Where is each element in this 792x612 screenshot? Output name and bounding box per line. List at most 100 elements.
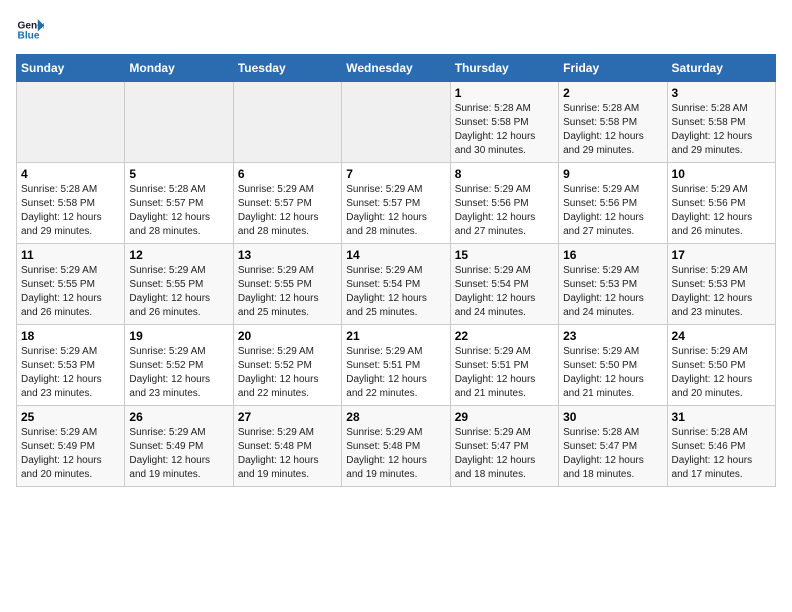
calendar-cell bbox=[125, 82, 233, 163]
day-number: 5 bbox=[129, 167, 228, 181]
day-info: Sunrise: 5:29 AMSunset: 5:51 PMDaylight:… bbox=[346, 345, 445, 401]
day-number: 22 bbox=[455, 329, 554, 343]
day-number: 9 bbox=[563, 167, 662, 181]
calendar-cell bbox=[17, 82, 125, 163]
day-info: Sunrise: 5:29 AMSunset: 5:57 PMDaylight:… bbox=[238, 183, 337, 239]
calendar-cell bbox=[342, 82, 450, 163]
day-info: Sunrise: 5:29 AMSunset: 5:48 PMDaylight:… bbox=[346, 426, 445, 482]
day-info: Sunrise: 5:29 AMSunset: 5:55 PMDaylight:… bbox=[238, 264, 337, 320]
day-number: 3 bbox=[672, 86, 771, 100]
day-number: 2 bbox=[563, 86, 662, 100]
calendar-cell: 22Sunrise: 5:29 AMSunset: 5:51 PMDayligh… bbox=[450, 325, 558, 406]
logo: General Blue bbox=[16, 16, 44, 44]
day-info: Sunrise: 5:29 AMSunset: 5:55 PMDaylight:… bbox=[129, 264, 228, 320]
day-info: Sunrise: 5:29 AMSunset: 5:56 PMDaylight:… bbox=[455, 183, 554, 239]
day-info: Sunrise: 5:29 AMSunset: 5:53 PMDaylight:… bbox=[21, 345, 120, 401]
day-number: 24 bbox=[672, 329, 771, 343]
day-info: Sunrise: 5:28 AMSunset: 5:58 PMDaylight:… bbox=[563, 102, 662, 158]
day-number: 26 bbox=[129, 410, 228, 424]
day-number: 7 bbox=[346, 167, 445, 181]
day-info: Sunrise: 5:28 AMSunset: 5:58 PMDaylight:… bbox=[455, 102, 554, 158]
day-info: Sunrise: 5:29 AMSunset: 5:47 PMDaylight:… bbox=[455, 426, 554, 482]
day-number: 16 bbox=[563, 248, 662, 262]
day-info: Sunrise: 5:29 AMSunset: 5:52 PMDaylight:… bbox=[238, 345, 337, 401]
calendar-header-row: SundayMondayTuesdayWednesdayThursdayFrid… bbox=[17, 55, 776, 82]
calendar-cell: 3 Sunrise: 5:28 AMSunset: 5:58 PMDaylight… bbox=[667, 82, 775, 163]
calendar-cell: 8Sunrise: 5:29 AMSunset: 5:56 PMDaylight… bbox=[450, 163, 558, 244]
day-number: 18 bbox=[21, 329, 120, 343]
calendar-cell: 7 Sunrise: 5:29 AMSunset: 5:57 PMDaylight… bbox=[342, 163, 450, 244]
day-number: 21 bbox=[346, 329, 445, 343]
calendar-cell: 5 Sunrise: 5:28 AMSunset: 5:57 PMDaylight… bbox=[125, 163, 233, 244]
day-info: Sunrise: 5:29 AMSunset: 5:53 PMDaylight:… bbox=[672, 264, 771, 320]
calendar-cell: 20 Sunrise: 5:29 AMSunset: 5:52 PMDayligh… bbox=[233, 325, 341, 406]
day-info: Sunrise: 5:28 AMSunset: 5:57 PMDaylight:… bbox=[129, 183, 228, 239]
day-info: Sunrise: 5:28 AMSunset: 5:47 PMDaylight:… bbox=[563, 426, 662, 482]
day-header-thursday: Thursday bbox=[450, 55, 558, 82]
svg-text:Blue: Blue bbox=[18, 31, 40, 42]
calendar-cell: 30 Sunrise: 5:28 AMSunset: 5:47 PMDayligh… bbox=[559, 406, 667, 487]
day-info: Sunrise: 5:29 AMSunset: 5:56 PMDaylight:… bbox=[563, 183, 662, 239]
day-number: 6 bbox=[238, 167, 337, 181]
calendar-cell: 29 Sunrise: 5:29 AMSunset: 5:47 PMDayligh… bbox=[450, 406, 558, 487]
calendar-cell: 24 Sunrise: 5:29 AMSunset: 5:50 PMDayligh… bbox=[667, 325, 775, 406]
day-info: Sunrise: 5:29 AMSunset: 5:54 PMDaylight:… bbox=[346, 264, 445, 320]
calendar-cell: 21 Sunrise: 5:29 AMSunset: 5:51 PMDayligh… bbox=[342, 325, 450, 406]
calendar-week-3: 11Sunrise: 5:29 AMSunset: 5:55 PMDayligh… bbox=[17, 244, 776, 325]
day-info: Sunrise: 5:29 AMSunset: 5:55 PMDaylight:… bbox=[21, 264, 120, 320]
calendar-cell: 2 Sunrise: 5:28 AMSunset: 5:58 PMDaylight… bbox=[559, 82, 667, 163]
calendar-cell: 11Sunrise: 5:29 AMSunset: 5:55 PMDayligh… bbox=[17, 244, 125, 325]
calendar-week-5: 25 Sunrise: 5:29 AMSunset: 5:49 PMDayligh… bbox=[17, 406, 776, 487]
day-header-saturday: Saturday bbox=[667, 55, 775, 82]
calendar-cell: 23 Sunrise: 5:29 AMSunset: 5:50 PMDayligh… bbox=[559, 325, 667, 406]
calendar-cell: 19Sunrise: 5:29 AMSunset: 5:52 PMDayligh… bbox=[125, 325, 233, 406]
calendar-cell: 12 Sunrise: 5:29 AMSunset: 5:55 PMDayligh… bbox=[125, 244, 233, 325]
day-number: 31 bbox=[672, 410, 771, 424]
day-info: Sunrise: 5:29 AMSunset: 5:56 PMDaylight:… bbox=[672, 183, 771, 239]
day-number: 29 bbox=[455, 410, 554, 424]
calendar-week-1: 1 Sunrise: 5:28 AMSunset: 5:58 PMDaylight… bbox=[17, 82, 776, 163]
day-number: 30 bbox=[563, 410, 662, 424]
day-header-monday: Monday bbox=[125, 55, 233, 82]
calendar-body: 1 Sunrise: 5:28 AMSunset: 5:58 PMDaylight… bbox=[17, 82, 776, 487]
calendar-cell: 14 Sunrise: 5:29 AMSunset: 5:54 PMDayligh… bbox=[342, 244, 450, 325]
day-header-wednesday: Wednesday bbox=[342, 55, 450, 82]
day-info: Sunrise: 5:28 AMSunset: 5:46 PMDaylight:… bbox=[672, 426, 771, 482]
logo-icon: General Blue bbox=[16, 16, 44, 44]
day-number: 17 bbox=[672, 248, 771, 262]
calendar-cell: 18 Sunrise: 5:29 AMSunset: 5:53 PMDayligh… bbox=[17, 325, 125, 406]
day-info: Sunrise: 5:29 AMSunset: 5:49 PMDaylight:… bbox=[21, 426, 120, 482]
day-header-friday: Friday bbox=[559, 55, 667, 82]
day-info: Sunrise: 5:28 AMSunset: 5:58 PMDaylight:… bbox=[672, 102, 771, 158]
calendar-cell: 1 Sunrise: 5:28 AMSunset: 5:58 PMDaylight… bbox=[450, 82, 558, 163]
day-number: 23 bbox=[563, 329, 662, 343]
day-info: Sunrise: 5:29 AMSunset: 5:50 PMDaylight:… bbox=[563, 345, 662, 401]
calendar-cell: 17 Sunrise: 5:29 AMSunset: 5:53 PMDayligh… bbox=[667, 244, 775, 325]
calendar-cell: 6 Sunrise: 5:29 AMSunset: 5:57 PMDaylight… bbox=[233, 163, 341, 244]
calendar-cell: 10 Sunrise: 5:29 AMSunset: 5:56 PMDayligh… bbox=[667, 163, 775, 244]
day-info: Sunrise: 5:29 AMSunset: 5:57 PMDaylight:… bbox=[346, 183, 445, 239]
day-info: Sunrise: 5:29 AMSunset: 5:49 PMDaylight:… bbox=[129, 426, 228, 482]
day-number: 27 bbox=[238, 410, 337, 424]
day-info: Sunrise: 5:29 AMSunset: 5:54 PMDaylight:… bbox=[455, 264, 554, 320]
calendar-cell: 4 Sunrise: 5:28 AMSunset: 5:58 PMDaylight… bbox=[17, 163, 125, 244]
calendar-cell: 31 Sunrise: 5:28 AMSunset: 5:46 PMDayligh… bbox=[667, 406, 775, 487]
calendar-cell: 26 Sunrise: 5:29 AMSunset: 5:49 PMDayligh… bbox=[125, 406, 233, 487]
calendar-cell: 13Sunrise: 5:29 AMSunset: 5:55 PMDayligh… bbox=[233, 244, 341, 325]
calendar-cell: 16Sunrise: 5:29 AMSunset: 5:53 PMDayligh… bbox=[559, 244, 667, 325]
day-number: 28 bbox=[346, 410, 445, 424]
day-info: Sunrise: 5:29 AMSunset: 5:52 PMDaylight:… bbox=[129, 345, 228, 401]
day-number: 1 bbox=[455, 86, 554, 100]
header: General Blue bbox=[16, 16, 776, 44]
day-number: 4 bbox=[21, 167, 120, 181]
day-info: Sunrise: 5:28 AMSunset: 5:58 PMDaylight:… bbox=[21, 183, 120, 239]
day-number: 12 bbox=[129, 248, 228, 262]
day-info: Sunrise: 5:29 AMSunset: 5:50 PMDaylight:… bbox=[672, 345, 771, 401]
day-header-sunday: Sunday bbox=[17, 55, 125, 82]
calendar-cell: 15Sunrise: 5:29 AMSunset: 5:54 PMDayligh… bbox=[450, 244, 558, 325]
day-number: 25 bbox=[21, 410, 120, 424]
day-number: 14 bbox=[346, 248, 445, 262]
day-number: 20 bbox=[238, 329, 337, 343]
calendar-cell: 28 Sunrise: 5:29 AMSunset: 5:48 PMDayligh… bbox=[342, 406, 450, 487]
day-number: 10 bbox=[672, 167, 771, 181]
